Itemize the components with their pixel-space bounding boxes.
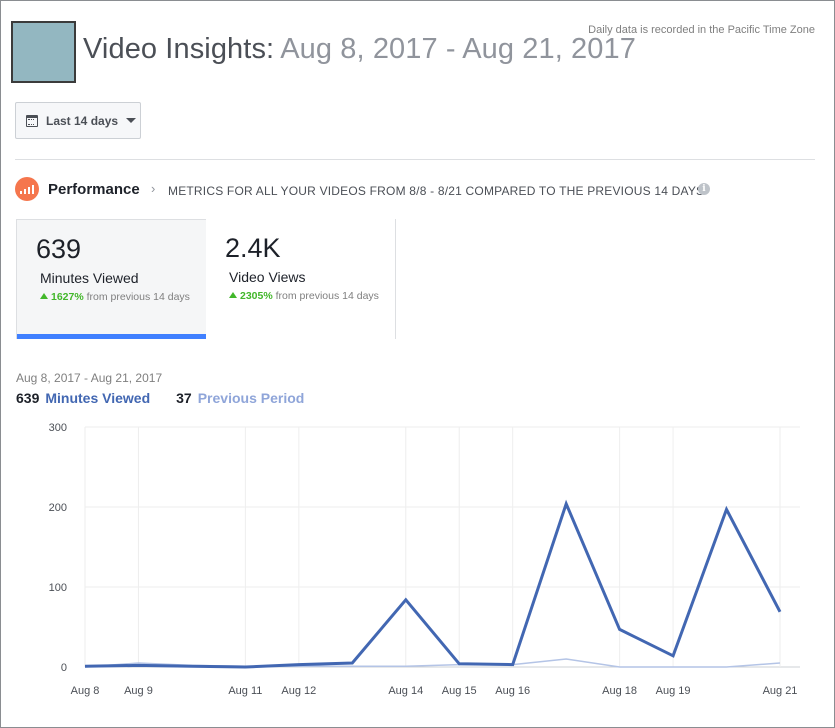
y-tick-label: 300 bbox=[49, 422, 67, 434]
page-avatar[interactable] bbox=[11, 21, 76, 83]
metric-value: 2.4K bbox=[225, 233, 281, 263]
x-tick-label: Aug 18 bbox=[602, 685, 637, 697]
x-tick-label: Aug 12 bbox=[281, 685, 316, 697]
performance-title: Performance bbox=[48, 181, 140, 198]
metric-value: 639 bbox=[36, 234, 82, 264]
chevron-down-icon bbox=[126, 118, 137, 123]
x-tick-label: Aug 14 bbox=[388, 685, 423, 697]
divider bbox=[15, 159, 815, 160]
x-tick-label: Aug 21 bbox=[763, 685, 798, 697]
metric-change-suffix: from previous 14 days bbox=[275, 290, 379, 302]
metric-change-percent: 2305% bbox=[240, 290, 273, 302]
y-tick-label: 200 bbox=[49, 502, 67, 514]
date-range-dropdown[interactable]: Last 14 days bbox=[15, 102, 141, 139]
metric-change-suffix: from previous 14 days bbox=[86, 291, 190, 303]
x-tick-label: Aug 8 bbox=[71, 685, 100, 697]
x-tick-label: Aug 15 bbox=[442, 685, 477, 697]
legend-previous-total: 37 bbox=[176, 390, 192, 406]
metric-change: 1627% from previous 14 days bbox=[36, 289, 196, 306]
metric-change: 2305% from previous 14 days bbox=[225, 288, 385, 305]
x-tick-label: Aug 11 bbox=[228, 685, 262, 697]
metric-card-minutes-viewed[interactable]: 639 Minutes Viewed 1627% from previous 1… bbox=[16, 219, 206, 339]
line-chart: 0 100 200 300 Aug 8 Aug 9 Aug 11 Aug 12 Aug 14 Au… bbox=[49, 422, 800, 697]
metric-label: Minutes Viewed bbox=[40, 270, 139, 286]
chart-period-label: Aug 8, 2017 - Aug 21, 2017 bbox=[16, 371, 163, 385]
series-line-minutes-viewed bbox=[84, 499, 782, 669]
metric-card-video-views[interactable]: 2.4K Video Views 2305% from previous 14 … bbox=[206, 219, 396, 339]
calendar-icon bbox=[26, 114, 38, 127]
metric-change-percent: 1627% bbox=[51, 291, 84, 303]
performance-description: METRICS FOR ALL YOUR VIDEOS FROM 8/8 - 8… bbox=[168, 184, 705, 198]
y-tick-label: 100 bbox=[49, 582, 67, 594]
info-icon[interactable]: i bbox=[698, 183, 710, 195]
title-date-range: Aug 8, 2017 - Aug 21, 2017 bbox=[280, 33, 636, 65]
page-title: Video Insights: Aug 8, 2017 - Aug 21, 201… bbox=[83, 33, 636, 66]
x-tick-label: Aug 16 bbox=[495, 685, 530, 697]
chart-legend: 639 Minutes Viewed 37 Previous Period bbox=[16, 390, 304, 406]
x-tick-label: Aug 9 bbox=[124, 685, 153, 697]
y-tick-label: 0 bbox=[61, 662, 67, 674]
legend-current-label[interactable]: Minutes Viewed bbox=[45, 390, 150, 406]
legend-previous-label[interactable]: Previous Period bbox=[198, 390, 305, 406]
x-tick-label: Aug 19 bbox=[656, 685, 691, 697]
metric-label: Video Views bbox=[229, 269, 306, 285]
legend-current-total: 639 bbox=[16, 390, 40, 406]
performance-icon bbox=[15, 177, 39, 201]
date-range-label: Last 14 days bbox=[46, 113, 119, 128]
title-text: Video Insights: bbox=[83, 33, 275, 65]
arrow-up-icon bbox=[40, 293, 48, 299]
timezone-note: Daily data is recorded in the Pacific Ti… bbox=[588, 24, 815, 36]
breadcrumb-separator: › bbox=[151, 181, 156, 196]
arrow-up-icon bbox=[229, 292, 237, 298]
